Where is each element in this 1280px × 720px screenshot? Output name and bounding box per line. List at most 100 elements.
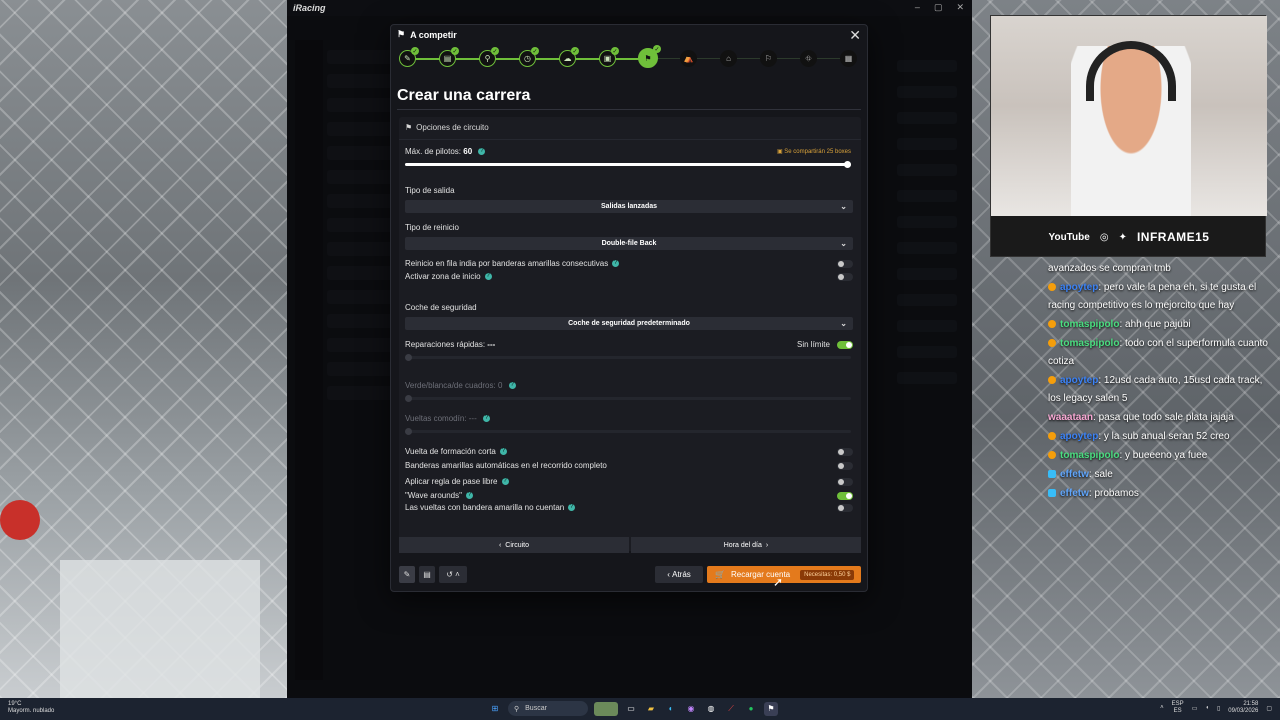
gwc-row: Verde/blanca/de cuadros: 0 ? <box>405 381 516 390</box>
info-icon[interactable]: ? <box>568 504 576 512</box>
file-explorer-icon[interactable]: ▰ <box>644 702 658 716</box>
step-road-icon[interactable]: ⛗ <box>800 50 817 67</box>
start-zone-label: Activar zona de inicio <box>405 272 481 281</box>
short-formation-label: Vuelta de formación corta <box>405 447 496 456</box>
info-icon[interactable]: ? <box>465 492 473 500</box>
chevron-down-icon: ⌄ <box>840 202 847 211</box>
slider-handle[interactable] <box>405 395 412 402</box>
free-pass-toggle[interactable] <box>837 478 853 486</box>
language-indicator[interactable]: ESP ES <box>1172 701 1184 715</box>
chevron-up-icon[interactable]: ˄ <box>1160 705 1164 711</box>
start-type-select[interactable]: Salidas lanzadas ⌄ <box>405 200 853 213</box>
white-object <box>60 560 260 700</box>
max-drivers-row: Máx. de pilotos: 60 ? <box>405 147 486 156</box>
chat-message: tomaspipolo: ahh que pajubi <box>1048 316 1270 334</box>
volume-icon[interactable]: ◖ <box>1205 705 1209 711</box>
badge-icon <box>1048 283 1056 292</box>
slider-handle[interactable] <box>405 428 412 435</box>
step-list-icon[interactable]: ▤ ✓ <box>439 47 459 67</box>
chat-message: effetw: sale <box>1048 466 1270 484</box>
step-search-icon[interactable]: ⚲ ✓ <box>479 47 499 67</box>
step-weather-icon[interactable]: ⛺ <box>680 50 697 67</box>
steam-icon[interactable]: ◍ <box>704 702 718 716</box>
reset-button[interactable]: ↺ ˄ <box>439 566 467 583</box>
free-pass-label: Aplicar regla de pase libre <box>405 477 498 486</box>
safety-car-label: Coche de seguridad <box>405 303 477 312</box>
webcam-overlay: YouTube ◎ ✦ INFRAME15 <box>990 15 1267 257</box>
step-flag-icon[interactable]: ⚐ <box>760 50 777 67</box>
step-car-icon[interactable]: ☁ ✓ <box>559 47 579 67</box>
clock[interactable]: 21:58 09/03/2026 <box>1228 701 1258 715</box>
view-mode-edit-button[interactable]: ✎ <box>399 566 415 583</box>
short-formation-row: Vuelta de formación corta? <box>405 447 507 456</box>
safety-car-select[interactable]: Coche de seguridad predeterminado ⌄ <box>405 317 853 330</box>
chevron-right-icon: › <box>765 541 769 549</box>
taskbar-search[interactable]: ⚲ Buscar <box>508 701 588 716</box>
info-icon[interactable]: ? <box>478 148 486 156</box>
spotify-icon[interactable]: ● <box>744 702 758 716</box>
unlimited-repairs-toggle[interactable] <box>837 341 853 349</box>
create-race-dialog: ⚑ A competir ✕ ✎ ✓ ▤ ✓ ⚲ ✓ ◷ ✓ ☁ ✓ ▣ ✓ ⚑ ✓ ⛺ ⌂ … <box>390 24 868 592</box>
step-details-icon[interactable]: ✎ ✓ <box>399 47 419 67</box>
recharge-account-button[interactable]: 🛒 Recargar cuenta Necesitas: 0,50 $ <box>707 566 861 583</box>
step-summary-icon[interactable]: ▦ <box>840 50 857 67</box>
info-icon[interactable]: ? <box>499 448 507 456</box>
chat-message: apoytep: y la sub anual seran 52 creo <box>1048 428 1270 446</box>
iracing-app-icon[interactable]: ⟋ <box>724 702 738 716</box>
iracing-ui-icon[interactable]: ⚑ <box>764 701 778 716</box>
step-track-icon[interactable]: ▣ ✓ <box>599 47 619 67</box>
gwc-label: Verde/blanca/de cuadros: <box>405 381 496 390</box>
step-garage-icon[interactable]: ⌂ <box>720 50 737 67</box>
slider-handle[interactable] <box>405 354 412 361</box>
info-icon[interactable]: ? <box>501 478 509 486</box>
prev-step-button[interactable]: ‹ Circuito <box>399 537 629 553</box>
task-view-icon[interactable]: ▭ <box>624 702 638 716</box>
single-file-restart-toggle[interactable] <box>837 260 853 268</box>
circuit-options-panel: ⚑ Opciones de circuito Máx. de pilotos: … <box>399 117 861 551</box>
app-icon[interactable]: ◉ <box>684 702 698 716</box>
max-drivers-slider-handle[interactable] <box>844 161 851 168</box>
back-button[interactable]: ‹ Atrás <box>655 566 703 583</box>
wave-arounds-label: "Wave arounds" <box>405 491 462 500</box>
badge-icon <box>1048 339 1056 348</box>
start-type-label: Tipo de salida <box>405 186 455 195</box>
restart-type-select[interactable]: Double-file Back ⌄ <box>405 237 853 250</box>
weather-widget[interactable]: 19°C Mayorm. nublado <box>8 701 54 715</box>
close-window-button[interactable]: ✕ <box>956 2 964 13</box>
chat-message: waaataan: pasa que todo sale plata jajaj… <box>1048 412 1234 423</box>
short-formation-toggle[interactable] <box>837 448 853 456</box>
badge-icon <box>1048 451 1056 460</box>
info-icon[interactable]: ? <box>612 260 620 268</box>
wave-arounds-toggle[interactable] <box>837 492 853 500</box>
yellow-laps-toggle[interactable] <box>837 504 853 512</box>
start-zone-toggle[interactable] <box>837 273 853 281</box>
notifications-icon[interactable]: ▢ <box>1266 705 1272 712</box>
max-drivers-slider[interactable] <box>405 161 851 168</box>
unlimited-label: Sin límite <box>797 340 830 349</box>
widget-image-icon[interactable] <box>594 701 618 716</box>
yellow-laps-row: Las vueltas con bandera amarilla no cuen… <box>405 503 576 512</box>
maximize-button[interactable]: ▢ <box>934 2 943 13</box>
auto-yellow-toggle[interactable] <box>837 462 853 470</box>
badge-icon <box>1048 432 1056 441</box>
close-dialog-button[interactable]: ✕ <box>849 27 861 44</box>
info-icon[interactable]: ? <box>484 273 492 281</box>
wand-icon: ✎ <box>403 570 411 579</box>
info-icon[interactable]: ? <box>482 415 490 423</box>
gwc-slider[interactable] <box>405 395 851 402</box>
fast-repairs-value: --- <box>487 340 496 349</box>
network-icon[interactable]: ▭ <box>1192 705 1198 712</box>
iracing-logo: iRacing <box>293 3 326 13</box>
windows-start-icon[interactable]: ⊞ <box>488 702 502 716</box>
step-circuit-options-icon[interactable]: ⚑ ✓ <box>638 45 661 68</box>
joker-laps-slider[interactable] <box>405 428 851 435</box>
clock-time: 21:58 <box>1243 701 1259 707</box>
view-mode-list-button[interactable]: ▤ <box>419 566 435 583</box>
step-time-icon[interactable]: ◷ ✓ <box>519 47 539 67</box>
fast-repairs-slider[interactable] <box>405 354 851 361</box>
minimize-button[interactable]: – <box>915 2 920 13</box>
edge-icon[interactable]: ◐ <box>664 702 678 716</box>
next-step-button[interactable]: Hora del día › <box>631 537 861 553</box>
battery-icon[interactable]: ▯ <box>1217 705 1220 712</box>
info-icon[interactable]: ? <box>508 382 516 390</box>
